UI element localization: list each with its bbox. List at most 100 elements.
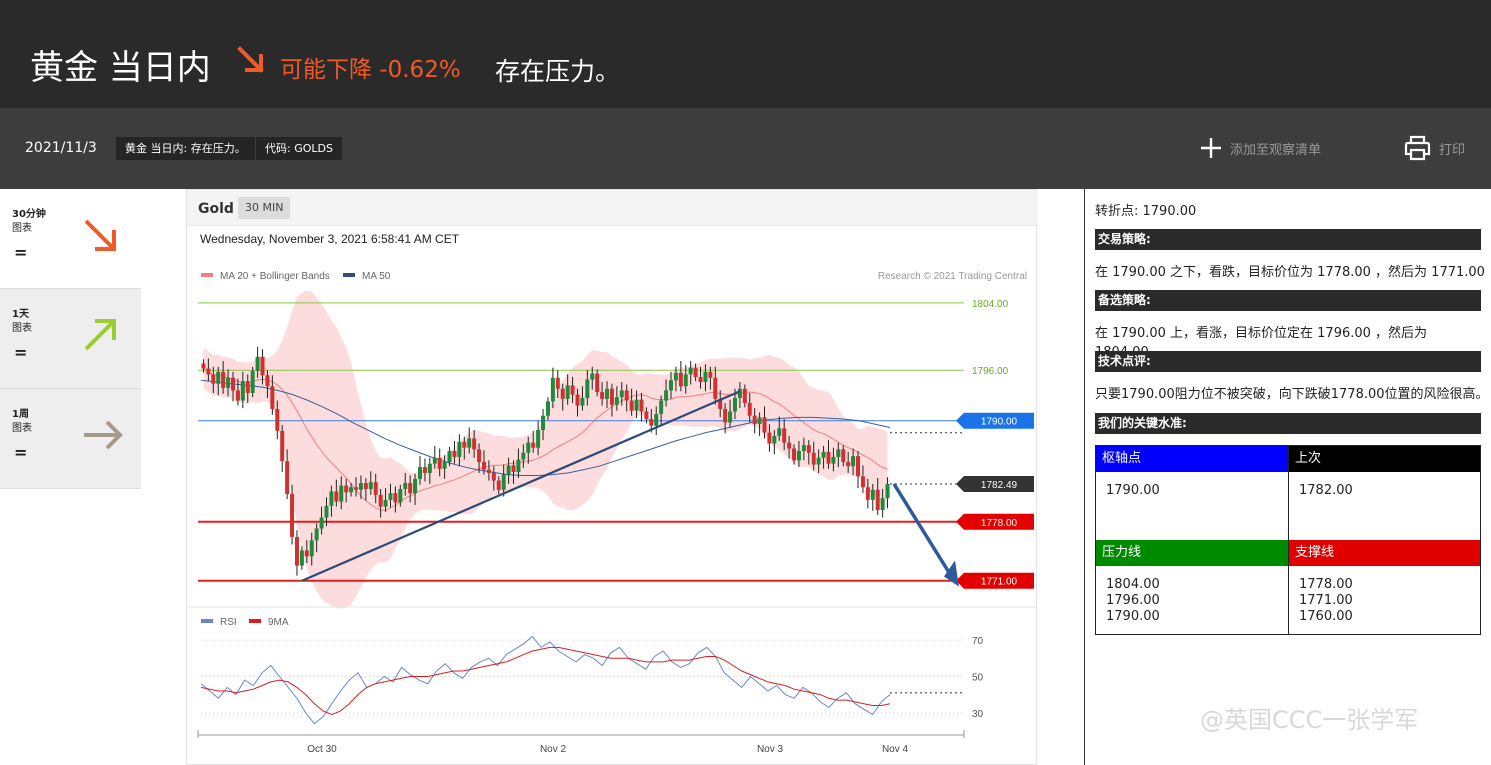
candle-body bbox=[609, 388, 614, 405]
candle-body bbox=[344, 485, 349, 493]
timeframe-label: 30分钟 图表 bbox=[12, 208, 46, 236]
candle-body bbox=[688, 367, 693, 375]
pivot-value: 1790.00 bbox=[1106, 483, 1160, 498]
candle-body bbox=[683, 374, 688, 387]
candle-body bbox=[260, 356, 265, 376]
support-cell: 支撑线 1778.00 1771.00 1760.00 bbox=[1288, 540, 1480, 634]
timeframe-1week[interactable]: 1周 图表 = bbox=[0, 389, 141, 489]
candle-body bbox=[255, 356, 260, 372]
candle-body bbox=[324, 505, 329, 518]
candle-body bbox=[856, 456, 861, 477]
price-plot: 1804.00 1796.00 1790.00 1782.49 1778.00 1771.… bbox=[198, 290, 1034, 609]
candle-body bbox=[801, 445, 806, 452]
candle-body bbox=[806, 445, 811, 453]
candle-body bbox=[732, 398, 737, 412]
key-levels-table: 枢轴点 1790.00 上次 1782.00 压力线 1804.00 1796.… bbox=[1095, 445, 1481, 635]
candle-body bbox=[477, 449, 482, 462]
resistance-header: 压力线 bbox=[1096, 540, 1288, 566]
x-tick-label: Nov 4 bbox=[882, 744, 909, 755]
candle-body bbox=[304, 550, 309, 557]
legend-ma50-label: MA 50 bbox=[362, 271, 391, 282]
legend-ma50-swatch bbox=[343, 273, 355, 277]
candle-body bbox=[211, 374, 216, 384]
candle-body bbox=[285, 461, 290, 494]
candle-body bbox=[624, 390, 629, 401]
candle-body bbox=[634, 399, 639, 411]
candle-body bbox=[403, 483, 408, 489]
candle-body bbox=[226, 377, 231, 388]
candle-body bbox=[851, 456, 856, 467]
candle-body bbox=[398, 488, 403, 503]
candle-body bbox=[737, 388, 742, 398]
resistance-values: 1804.00 1796.00 1790.00 bbox=[1106, 577, 1160, 624]
x-axis: Oct 30 Nov 2 Nov 3 Nov 4 bbox=[197, 730, 965, 755]
code-chip: 代码: GOLDS bbox=[256, 137, 342, 160]
printer-icon bbox=[1404, 135, 1431, 161]
comment-heading: 技术点评: bbox=[1095, 351, 1481, 372]
candle-body bbox=[309, 540, 314, 557]
level-label: 1771.00 bbox=[981, 577, 1018, 588]
timeframe-badge[interactable]: 30 MIN bbox=[238, 197, 291, 219]
title-chip: 黄金 当日内: 存在压力。 bbox=[116, 137, 255, 160]
candle-body bbox=[590, 373, 595, 380]
chart-credit: Research © 2021 Trading Central bbox=[878, 271, 1027, 282]
price-chart: Wednesday, November 3, 2021 6:58:41 AM C… bbox=[187, 232, 1036, 755]
timeframe-sign: = bbox=[14, 243, 28, 262]
candle-body bbox=[437, 457, 442, 469]
candle-body bbox=[339, 485, 344, 502]
arrow-down-right-icon bbox=[84, 219, 116, 251]
x-tick-label: Oct 30 bbox=[307, 744, 337, 755]
support-values: 1778.00 1771.00 1760.00 bbox=[1299, 577, 1353, 624]
candle-body bbox=[595, 373, 600, 393]
candle-body bbox=[432, 457, 437, 464]
candle-body bbox=[418, 467, 423, 479]
candle-body bbox=[363, 483, 368, 489]
print-button[interactable]: 打印 bbox=[1404, 132, 1465, 164]
legend-bb-swatch bbox=[201, 273, 213, 277]
candle-body bbox=[772, 435, 777, 444]
timeframe-sign: = bbox=[14, 443, 28, 462]
candle-body bbox=[605, 388, 610, 399]
candle-body bbox=[762, 417, 767, 433]
timeframe-name: 30分钟 bbox=[12, 209, 46, 220]
candle-body bbox=[614, 397, 619, 405]
alt-strategy-heading: 备选策略: bbox=[1095, 290, 1481, 311]
strategy-heading: 交易策略: bbox=[1095, 229, 1481, 250]
add-watchlist-button[interactable]: 添加至观察清单 bbox=[1200, 132, 1321, 164]
timeframe-label: 1天 图表 bbox=[12, 308, 32, 336]
candle-body bbox=[240, 381, 245, 401]
candle-body bbox=[673, 372, 678, 381]
candle-body bbox=[280, 430, 285, 462]
candle-body bbox=[846, 462, 851, 467]
candle-body bbox=[841, 449, 846, 462]
candle-body bbox=[826, 451, 831, 464]
level-label: 1782.49 bbox=[981, 480, 1018, 491]
level-label: 1778.00 bbox=[981, 518, 1018, 529]
candle-body bbox=[654, 414, 659, 426]
candle-body bbox=[373, 482, 378, 495]
candle-body bbox=[816, 457, 821, 465]
candle-body bbox=[491, 472, 496, 481]
candle-body bbox=[408, 483, 413, 494]
candle-body bbox=[536, 430, 541, 448]
legend-rsi-label: RSI bbox=[220, 617, 237, 628]
arrow-right-icon bbox=[84, 420, 123, 450]
instrument-name: Gold bbox=[198, 201, 234, 217]
levels-row: 枢轴点 1790.00 上次 1782.00 bbox=[1096, 446, 1480, 540]
legend-bb-label: MA 20 + Bollinger Bands bbox=[220, 271, 330, 282]
arrow-down-right-icon bbox=[237, 46, 264, 73]
candle-body bbox=[457, 441, 462, 457]
candle-body bbox=[216, 371, 221, 384]
candle-body bbox=[796, 451, 801, 461]
candle-body bbox=[752, 415, 757, 425]
timeframe-1day[interactable]: 1天 图表 = bbox=[0, 289, 141, 389]
chart-card: Gold 30 MIN Wednesday, November 3, 2021 … bbox=[186, 189, 1038, 765]
candle-body bbox=[245, 381, 250, 393]
candle-body bbox=[221, 371, 226, 388]
candle-body bbox=[206, 368, 211, 375]
candle-body bbox=[462, 441, 467, 448]
candle-body bbox=[639, 399, 644, 412]
timeframe-30min[interactable]: 30分钟 图表 = bbox=[0, 189, 141, 289]
candle-body bbox=[388, 493, 393, 500]
candle-body bbox=[570, 385, 575, 395]
